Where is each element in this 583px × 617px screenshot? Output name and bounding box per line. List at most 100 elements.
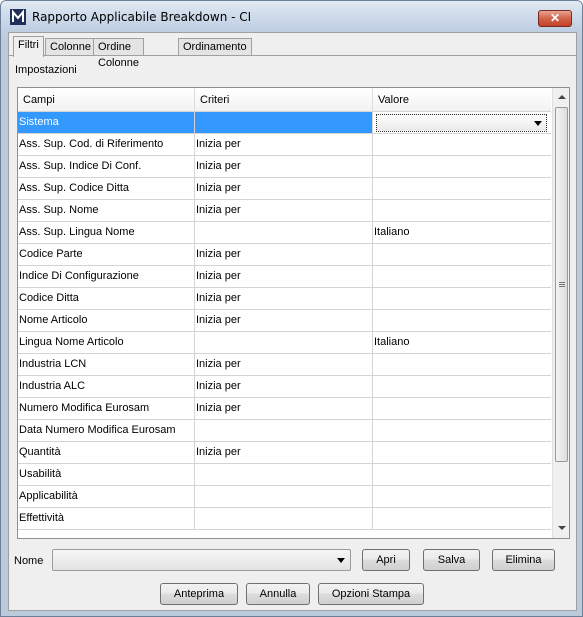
- cell-criterio[interactable]: Inizia per: [195, 266, 373, 287]
- table-row[interactable]: Effettività: [18, 508, 551, 530]
- valore-dropdown[interactable]: [376, 114, 547, 132]
- cell-criterio[interactable]: Inizia per: [195, 134, 373, 155]
- cell-criterio[interactable]: Inizia per: [195, 442, 373, 463]
- cell-campo[interactable]: Codice Ditta: [18, 288, 195, 309]
- cell-valore[interactable]: [373, 156, 551, 177]
- cell-valore[interactable]: [373, 442, 551, 463]
- opzioni-stampa-button[interactable]: Opzioni Stampa: [318, 583, 424, 605]
- title-bar: Rapporto Applicabile Breakdown - CI ✕: [1, 1, 582, 31]
- cell-criterio[interactable]: [195, 222, 373, 243]
- cell-criterio[interactable]: [195, 332, 373, 353]
- cell-criterio[interactable]: Inizia per: [195, 200, 373, 221]
- cell-criterio[interactable]: Inizia per: [195, 156, 373, 177]
- cell-campo[interactable]: Lingua Nome Articolo: [18, 332, 195, 353]
- table-row[interactable]: Applicabilità: [18, 486, 551, 508]
- tab-panel-border: [9, 55, 576, 56]
- cell-valore[interactable]: [373, 244, 551, 265]
- cell-campo[interactable]: Data Numero Modifica Eurosam: [18, 420, 195, 441]
- cell-campo[interactable]: Ass. Sup. Lingua Nome: [18, 222, 195, 243]
- cell-valore[interactable]: [373, 200, 551, 221]
- cell-valore[interactable]: Italiano: [373, 332, 551, 353]
- table-row[interactable]: Quantità Inizia per: [18, 442, 551, 464]
- cell-campo[interactable]: Industria ALC: [18, 376, 195, 397]
- dropdown-arrow-icon: [337, 558, 345, 563]
- cell-valore[interactable]: [373, 310, 551, 331]
- column-header-criteri[interactable]: Criteri: [195, 88, 373, 112]
- cell-criterio[interactable]: [195, 464, 373, 485]
- column-header-campi[interactable]: Campi: [18, 88, 195, 112]
- cell-criterio[interactable]: [195, 420, 373, 441]
- cell-valore[interactable]: [373, 420, 551, 441]
- cell-campo[interactable]: Ass. Sup. Nome: [18, 200, 195, 221]
- table-row[interactable]: Codice Parte Inizia per: [18, 244, 551, 266]
- cell-valore[interactable]: [373, 288, 551, 309]
- cell-campo[interactable]: Sistema: [18, 112, 195, 133]
- table-row[interactable]: Indice Di Configurazione Inizia per: [18, 266, 551, 288]
- cell-criterio[interactable]: Inizia per: [195, 288, 373, 309]
- table-row[interactable]: Ass. Sup. Lingua Nome Italiano: [18, 222, 551, 244]
- nome-dropdown[interactable]: [52, 549, 351, 571]
- cell-valore[interactable]: [373, 508, 551, 529]
- cell-criterio[interactable]: Inizia per: [195, 376, 373, 397]
- table-row[interactable]: Ass. Sup. Cod. di Riferimento Inizia per: [18, 134, 551, 156]
- table-row[interactable]: Data Numero Modifica Eurosam: [18, 420, 551, 442]
- annulla-button[interactable]: Annulla: [246, 583, 310, 605]
- cell-criterio[interactable]: [195, 508, 373, 529]
- cell-criterio[interactable]: Inizia per: [195, 354, 373, 375]
- cell-valore[interactable]: [373, 398, 551, 419]
- table-row[interactable]: Nome Articolo Inizia per: [18, 310, 551, 332]
- cell-valore[interactable]: [373, 464, 551, 485]
- table-row[interactable]: Lingua Nome Articolo Italiano: [18, 332, 551, 354]
- cell-valore[interactable]: [373, 266, 551, 287]
- cell-criterio[interactable]: Inizia per: [195, 310, 373, 331]
- tab-ordine-colonne[interactable]: Ordine Colonne: [93, 38, 144, 69]
- table-row[interactable]: Usabilità: [18, 464, 551, 486]
- cell-campo[interactable]: Ass. Sup. Codice Ditta: [18, 178, 195, 199]
- table-row[interactable]: Ass. Sup. Indice Di Conf. Inizia per: [18, 156, 551, 178]
- close-button[interactable]: ✕: [538, 10, 572, 27]
- table-row[interactable]: Ass. Sup. Codice Ditta Inizia per: [18, 178, 551, 200]
- tab-ordinamento[interactable]: Ordinamento: [178, 38, 252, 56]
- scrollbar-thumb[interactable]: [555, 107, 568, 462]
- cell-campo[interactable]: Usabilità: [18, 464, 195, 485]
- table-row[interactable]: Industria LCN Inizia per: [18, 354, 551, 376]
- window-title: Rapporto Applicabile Breakdown - CI: [32, 10, 252, 24]
- cell-valore[interactable]: Italiano: [373, 222, 551, 243]
- scroll-up-arrow-icon[interactable]: [553, 89, 569, 106]
- cell-valore[interactable]: [373, 376, 551, 397]
- cell-campo[interactable]: Industria LCN: [18, 354, 195, 375]
- elimina-button[interactable]: Elimina: [492, 549, 555, 571]
- cell-campo[interactable]: Indice Di Configurazione: [18, 266, 195, 287]
- cell-campo[interactable]: Applicabilità: [18, 486, 195, 507]
- cell-campo[interactable]: Ass. Sup. Indice Di Conf.: [18, 156, 195, 177]
- cell-campo[interactable]: Ass. Sup. Cod. di Riferimento: [18, 134, 195, 155]
- cell-criterio[interactable]: Inizia per: [195, 178, 373, 199]
- cell-campo[interactable]: Codice Parte: [18, 244, 195, 265]
- table-row[interactable]: Codice Ditta Inizia per: [18, 288, 551, 310]
- salva-button[interactable]: Salva: [423, 549, 480, 571]
- cell-campo[interactable]: Numero Modifica Eurosam: [18, 398, 195, 419]
- tab-filtri[interactable]: Filtri: [13, 36, 44, 57]
- column-header-valore[interactable]: Valore: [373, 88, 551, 112]
- anteprima-button[interactable]: Anteprima: [160, 583, 238, 605]
- scroll-down-arrow-icon[interactable]: [553, 520, 569, 537]
- vertical-scrollbar[interactable]: [552, 88, 569, 538]
- table-row[interactable]: Numero Modifica Eurosam Inizia per: [18, 398, 551, 420]
- table-row[interactable]: Industria ALC Inizia per: [18, 376, 551, 398]
- table-row[interactable]: Sistema: [18, 112, 551, 134]
- cell-criterio[interactable]: Inizia per: [195, 398, 373, 419]
- cell-campo[interactable]: Nome Articolo: [18, 310, 195, 331]
- cell-valore[interactable]: [373, 134, 551, 155]
- cell-campo[interactable]: Effettività: [18, 508, 195, 529]
- apri-button[interactable]: Apri: [362, 549, 410, 571]
- cell-criterio[interactable]: [195, 112, 373, 133]
- cell-valore[interactable]: [373, 178, 551, 199]
- cell-criterio[interactable]: [195, 486, 373, 507]
- cell-valore[interactable]: [373, 354, 551, 375]
- tab-colonne[interactable]: Colonne: [45, 38, 96, 56]
- table-row[interactable]: Ass. Sup. Nome Inizia per: [18, 200, 551, 222]
- cell-campo[interactable]: Quantità: [18, 442, 195, 463]
- table-body: Sistema Ass. Sup. Cod. di Riferimento Iniz…: [18, 112, 551, 530]
- cell-criterio[interactable]: Inizia per: [195, 244, 373, 265]
- cell-valore[interactable]: [373, 486, 551, 507]
